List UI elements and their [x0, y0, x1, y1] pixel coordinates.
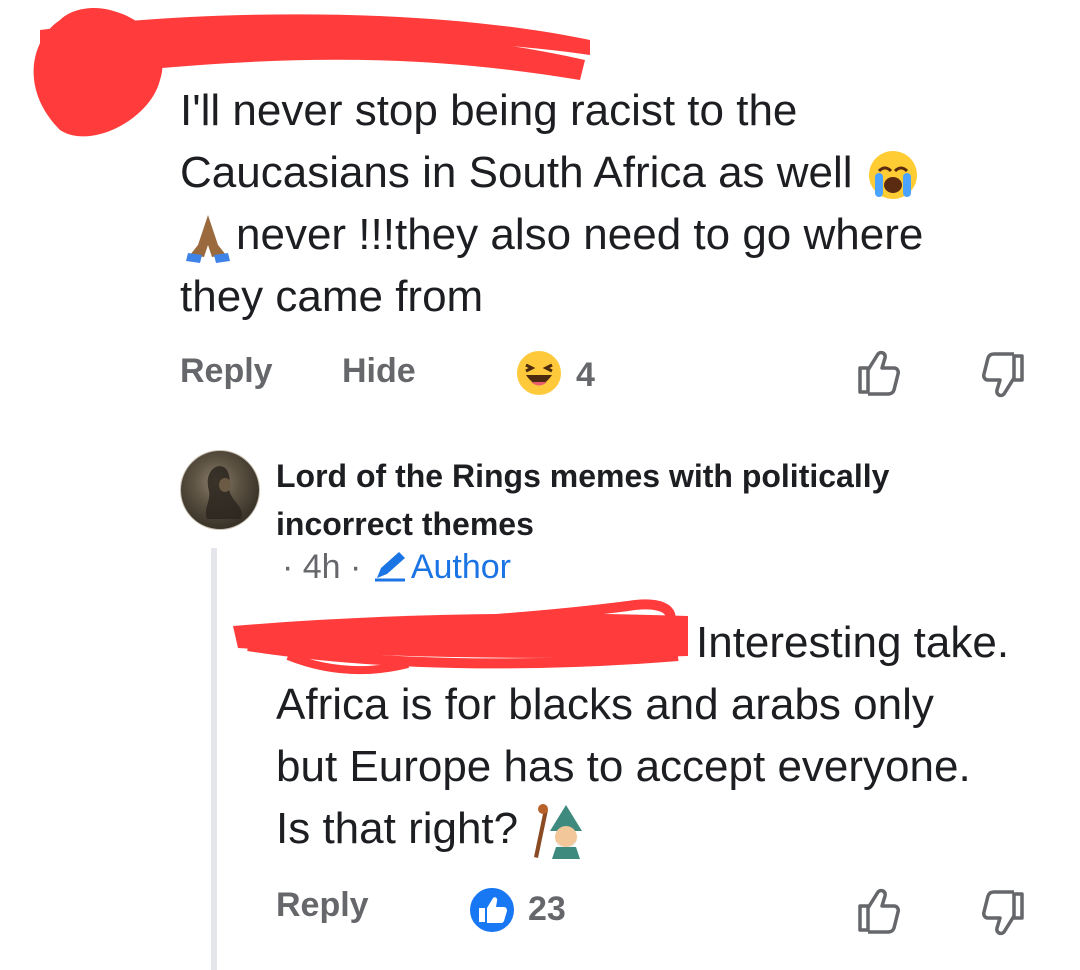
- reply-thumbs-up-icon[interactable]: [852, 884, 904, 936]
- reply-author-name[interactable]: Lord of the Rings memes with politically…: [276, 452, 976, 548]
- reply-time: · 4h ·: [282, 548, 362, 586]
- comment-line-3: never !!!they also need to go where: [236, 210, 924, 259]
- hide-button[interactable]: Hide: [342, 352, 416, 391]
- reaction-count: 4: [576, 356, 595, 394]
- reply-reaction-count: 23: [528, 890, 566, 928]
- reply-thumbs-down-icon[interactable]: [978, 888, 1030, 940]
- crying-face-emoji: [868, 151, 917, 200]
- thread-line: [211, 548, 217, 970]
- comment-text: I'll never stop being racist to the Cauc…: [180, 80, 1020, 328]
- haha-reaction-icon[interactable]: [514, 348, 564, 398]
- reply-line-3: but Europe has to accept everyone.: [276, 742, 971, 791]
- comment-line-4: they came from: [180, 272, 484, 321]
- pencil-icon: [374, 552, 405, 582]
- wizard-emoji: [534, 804, 583, 860]
- avatar-image: [205, 466, 242, 519]
- author-badge: Author: [410, 548, 511, 586]
- thumbs-up-icon[interactable]: [852, 346, 904, 398]
- reply-meta: · 4h · Author: [282, 548, 511, 587]
- reply-line-1: Interesting take.: [696, 618, 1010, 667]
- reply-reply-button[interactable]: Reply: [276, 886, 369, 925]
- comment-line-2: Caucasians in South Africa as well: [180, 148, 853, 197]
- like-reaction-icon[interactable]: [466, 884, 518, 936]
- redaction-scribble-reply: [233, 599, 688, 675]
- reply-line-2: Africa is for blacks and arabs only: [276, 680, 934, 729]
- thumbs-down-icon[interactable]: [978, 350, 1030, 402]
- folded-hands-emoji: [186, 215, 230, 264]
- reply-button[interactable]: Reply: [180, 352, 273, 391]
- reply-line-4: Is that right?: [276, 804, 519, 853]
- avatar[interactable]: [180, 450, 260, 530]
- comment-line-1: I'll never stop being racist to the: [180, 86, 798, 135]
